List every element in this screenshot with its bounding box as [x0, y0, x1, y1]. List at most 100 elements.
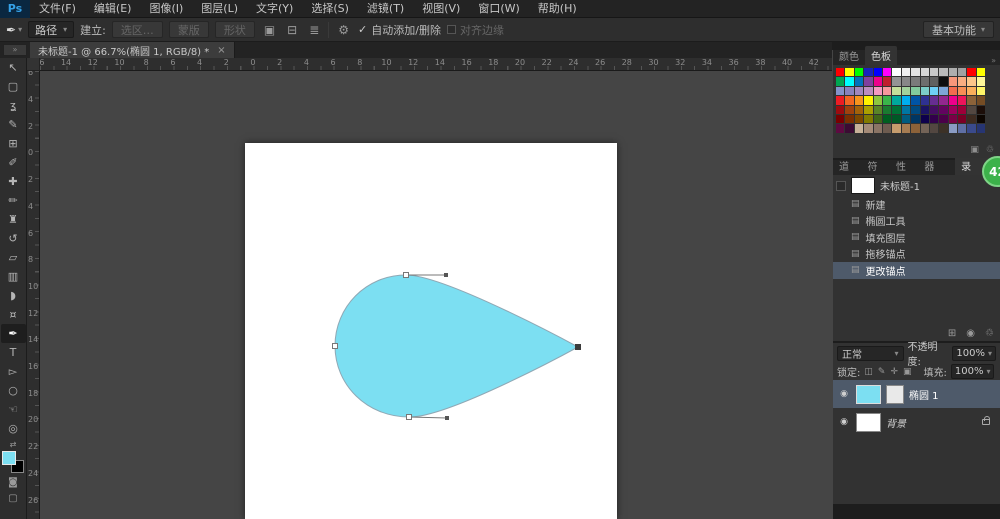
lasso-tool-icon[interactable]: ʓ [1, 96, 26, 115]
color-swatch[interactable] [873, 77, 882, 86]
lock-transparency-icon[interactable]: ◫ [864, 367, 873, 377]
color-swatch[interactable] [976, 77, 986, 86]
color-swatch[interactable] [920, 105, 929, 114]
layer-name[interactable]: 椭圆 1 [909, 387, 939, 402]
color-swatch[interactable] [948, 86, 958, 96]
color-swatch[interactable] [864, 77, 873, 86]
color-swatch[interactable] [976, 124, 986, 133]
color-swatch[interactable] [920, 77, 929, 86]
color-swatch[interactable] [892, 124, 901, 133]
color-swatch[interactable] [882, 114, 892, 124]
color-swatch[interactable] [958, 114, 967, 124]
history-source-column[interactable] [836, 231, 845, 244]
menu-help[interactable]: 帮助(H) [529, 0, 586, 18]
color-swatch[interactable] [882, 124, 892, 133]
color-swatch[interactable] [892, 86, 901, 96]
color-swatch[interactable] [976, 105, 986, 114]
history-state-row[interactable]: ▤ 拖移锚点 [833, 246, 1000, 263]
color-swatch[interactable] [854, 96, 864, 105]
color-swatch[interactable] [948, 124, 958, 133]
color-swatch[interactable] [882, 105, 892, 114]
tool-mode-select[interactable]: 路径 ▾ [28, 21, 75, 38]
menu-file[interactable]: 文件(F) [30, 0, 85, 18]
horizontal-ruler[interactable]: 1614121086420246810121416182022242628303… [40, 58, 832, 71]
color-swatch[interactable] [836, 86, 845, 96]
dodge-tool-icon[interactable]: ¤ [1, 305, 26, 324]
make-selection-button[interactable]: 选区… [111, 21, 163, 38]
color-swatch[interactable] [958, 96, 967, 105]
color-swatch[interactable] [901, 124, 911, 133]
color-swatch[interactable] [967, 86, 976, 96]
color-swatch[interactable] [892, 96, 901, 105]
path-alignment-icon[interactable]: ⊟ [284, 23, 300, 37]
color-swatch[interactable] [976, 86, 986, 96]
color-swatch[interactable] [882, 68, 892, 77]
color-swatch[interactable] [976, 68, 986, 77]
healing-brush-tool-icon[interactable]: ✚ [1, 172, 26, 191]
color-swatch[interactable] [967, 105, 976, 114]
color-swatch[interactable] [929, 68, 939, 77]
color-swatch[interactable] [882, 96, 892, 105]
vertical-ruler[interactable]: 6 4 2 0 2 4 6 8 10 12 14 16 18 20 22 24 26 [27, 71, 40, 519]
document-canvas[interactable] [245, 143, 617, 519]
brush-tool-icon[interactable]: ✏ [1, 191, 26, 210]
eyedropper-tool-icon[interactable]: ✐ [1, 153, 26, 172]
color-swatch[interactable] [873, 114, 882, 124]
menu-layer[interactable]: 图层(L) [192, 0, 247, 18]
color-swatch[interactable] [948, 96, 958, 105]
color-swatch[interactable] [929, 86, 939, 96]
color-swatch[interactable] [892, 105, 901, 114]
menu-view[interactable]: 视图(V) [413, 0, 469, 18]
auto-add-delete-checkbox[interactable]: ✓ 自动添加/删除 [358, 22, 441, 38]
history-source-column[interactable] [836, 214, 845, 227]
eye-icon[interactable]: ◉ [837, 417, 851, 427]
path-selection-tool-icon[interactable]: ▻ [1, 362, 26, 381]
foreground-color-swatch[interactable] [2, 451, 16, 465]
history-brush-tool-icon[interactable]: ↺ [1, 229, 26, 248]
align-edges-checkbox[interactable]: 对齐边缘 [446, 22, 504, 38]
marquee-tool-icon[interactable]: ▢ [1, 77, 26, 96]
color-swatch[interactable] [854, 68, 864, 77]
document-tab[interactable]: 未标题-1 @ 66.7%(椭圆 1, RGB/8) * × [30, 42, 235, 58]
color-swatch[interactable] [864, 86, 873, 96]
color-swatch[interactable] [967, 68, 976, 77]
layer-thumbnail[interactable] [856, 412, 881, 432]
hand-tool-icon[interactable]: ☜ [1, 400, 26, 419]
lock-pixels-icon[interactable]: ✎ [878, 367, 886, 377]
make-shape-button[interactable]: 形状 [214, 21, 255, 38]
color-swatch[interactable] [864, 96, 873, 105]
color-swatch[interactable] [976, 96, 986, 105]
layer-row-ellipse[interactable]: ◉ 椭圆 1 [833, 380, 1000, 408]
color-swatch[interactable] [836, 114, 845, 124]
color-swatch[interactable] [845, 77, 854, 86]
color-swatch[interactable] [967, 96, 976, 105]
history-source-column[interactable] [836, 264, 845, 277]
tab-swatches[interactable]: 色板 [865, 46, 897, 65]
canvas-area[interactable] [40, 71, 832, 519]
color-swatch[interactable] [836, 105, 845, 114]
color-swatch[interactable] [948, 114, 958, 124]
layer-thumbnail[interactable] [856, 384, 881, 404]
color-swatch[interactable] [854, 86, 864, 96]
path-operations-icon[interactable]: ▣ [261, 23, 278, 37]
color-swatch[interactable] [836, 77, 845, 86]
color-swatch[interactable] [939, 86, 948, 96]
color-swatch[interactable] [911, 77, 920, 86]
color-swatch[interactable] [845, 105, 854, 114]
color-swatch[interactable] [967, 124, 976, 133]
layer-row-background[interactable]: ◉ 背景 [833, 408, 1000, 436]
menu-image[interactable]: 图像(I) [140, 0, 192, 18]
color-swatch[interactable] [920, 124, 929, 133]
history-state-row[interactable]: ▤ 椭圆工具 [833, 213, 1000, 230]
color-swatch[interactable] [873, 96, 882, 105]
vector-mask-thumbnail[interactable] [886, 384, 904, 404]
new-snapshot-camera-icon[interactable]: ◉ [966, 328, 975, 339]
color-swatch[interactable] [864, 114, 873, 124]
color-swatch[interactable] [920, 68, 929, 77]
eye-icon[interactable]: ◉ [837, 389, 851, 399]
color-swatch[interactable] [873, 86, 882, 96]
color-swatch[interactable] [976, 114, 986, 124]
color-swatch[interactable] [854, 114, 864, 124]
trash-icon[interactable]: ♲ [986, 145, 994, 155]
color-swatch[interactable] [939, 124, 948, 133]
